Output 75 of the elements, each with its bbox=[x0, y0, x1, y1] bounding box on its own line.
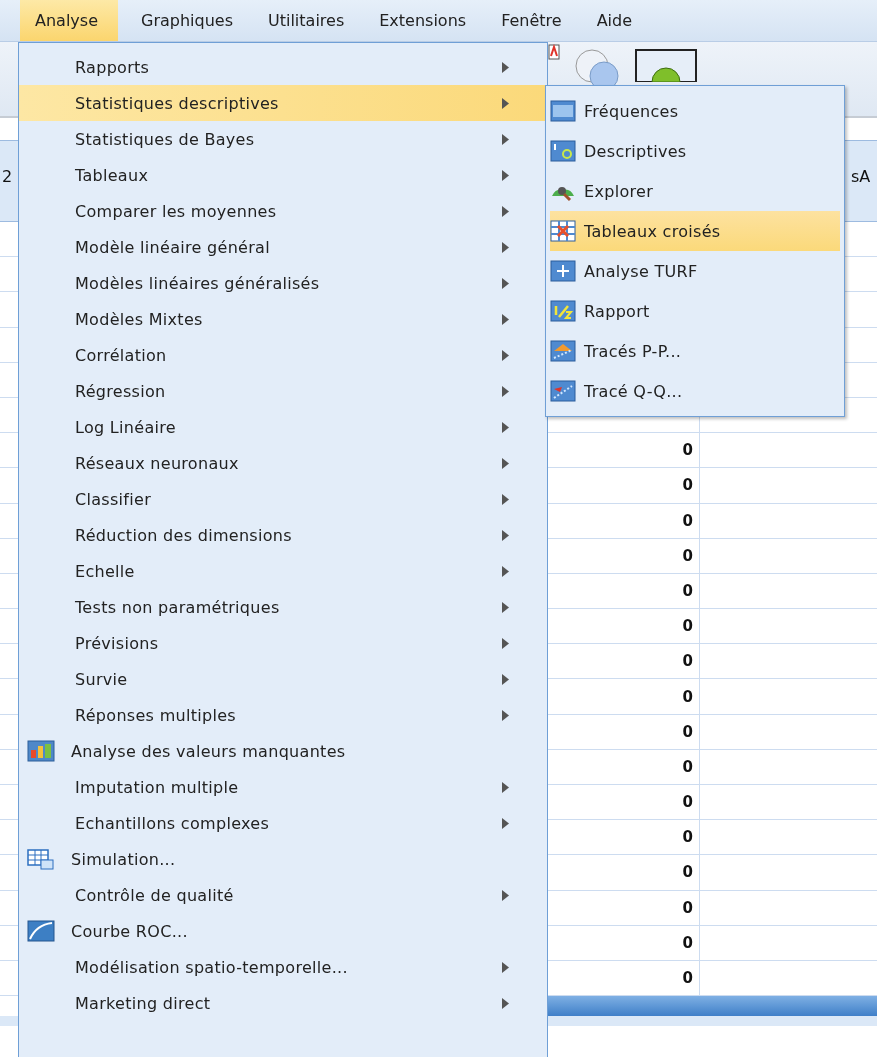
submenu-arrow-icon bbox=[502, 313, 509, 325]
submenu-arrow-icon bbox=[502, 601, 509, 613]
chart-icon bbox=[27, 740, 55, 762]
submenu-arrow-icon bbox=[502, 997, 509, 1009]
submenu-arrow-icon bbox=[502, 637, 509, 649]
menu-item[interactable]: Tableaux bbox=[19, 157, 547, 193]
plot-icon bbox=[550, 380, 576, 402]
menu-bar-item[interactable]: Extensions bbox=[367, 0, 479, 41]
submenu-arrow-icon bbox=[502, 457, 509, 469]
column-header: 2 bbox=[1, 166, 14, 188]
submenu-arrow-icon bbox=[502, 97, 509, 109]
submenu-arrow-icon bbox=[502, 133, 509, 145]
numbers-icon bbox=[550, 100, 576, 122]
submenu-arrow-icon bbox=[502, 673, 509, 685]
submenu-arrow-icon bbox=[502, 385, 509, 397]
menu-item[interactable]: Tests non paramétriques bbox=[19, 589, 547, 625]
menu-item[interactable]: Régression bbox=[19, 373, 547, 409]
menu-item[interactable]: Courbe ROC... bbox=[19, 913, 547, 949]
grid-icon bbox=[27, 848, 55, 870]
menu-item[interactable]: Modèles linéaires généralisés bbox=[19, 265, 547, 301]
crosstab-icon bbox=[550, 220, 576, 242]
menu-bar-item[interactable]: Analyse bbox=[20, 0, 118, 41]
curve-icon bbox=[27, 920, 55, 942]
menu-item[interactable]: Tracés P-P... bbox=[550, 331, 840, 371]
menu-item[interactable]: Echelle bbox=[19, 553, 547, 589]
menu-item[interactable]: Tableaux croisés bbox=[550, 211, 840, 251]
menu-item[interactable]: Echantillons complexes bbox=[19, 805, 547, 841]
fraction-icon bbox=[550, 300, 576, 322]
submenu-arrow-icon bbox=[502, 169, 509, 181]
submenu-arrow-icon bbox=[502, 277, 509, 289]
menu-item[interactable]: Modèle linéaire général bbox=[19, 229, 547, 265]
submenu-arrow-icon bbox=[502, 493, 509, 505]
menu-item[interactable]: Statistiques de Bayes bbox=[19, 121, 547, 157]
menu-item[interactable]: Modélisation spatio-temporelle... bbox=[19, 949, 547, 985]
submenu-arrow-icon bbox=[502, 709, 509, 721]
submenu-arrow-icon bbox=[502, 241, 509, 253]
menu-item[interactable]: Rapport bbox=[550, 291, 840, 331]
menu-item[interactable]: Statistiques descriptives bbox=[19, 85, 547, 121]
menu-item[interactable]: Corrélation bbox=[19, 337, 547, 373]
menu-item[interactable]: Fréquences bbox=[550, 91, 840, 131]
submenu-arrow-icon bbox=[502, 781, 509, 793]
menu-item[interactable]: Rapports bbox=[19, 49, 547, 85]
scrollbar[interactable] bbox=[548, 996, 877, 1017]
plot-icon bbox=[550, 340, 576, 362]
menu-item[interactable]: Survie bbox=[19, 661, 547, 697]
submenu-arrow-icon bbox=[502, 817, 509, 829]
menu-bar-item[interactable]: Fenêtre bbox=[489, 0, 574, 41]
menu-item[interactable]: Analyse des valeurs manquantes bbox=[19, 733, 547, 769]
submenu-arrow-icon bbox=[502, 61, 509, 73]
menu-item[interactable]: Classifier bbox=[19, 481, 547, 517]
menu-bar-item[interactable]: Aide bbox=[584, 0, 644, 41]
menu-item[interactable]: Contrôle de qualité bbox=[19, 877, 547, 913]
menu-item[interactable]: Réponses multiples bbox=[19, 697, 547, 733]
menu-item[interactable]: Réseaux neuronaux bbox=[19, 445, 547, 481]
menu-item[interactable]: Modèles Mixtes bbox=[19, 301, 547, 337]
menu-item[interactable]: Réduction des dimensions bbox=[19, 517, 547, 553]
submenu-arrow-icon bbox=[502, 889, 509, 901]
submenu-arrow-icon bbox=[502, 565, 509, 577]
menu-item[interactable]: Marketing direct bbox=[19, 985, 547, 1021]
menu-item[interactable]: Prévisions bbox=[19, 625, 547, 661]
menu-bar-item[interactable]: Utilitaires bbox=[256, 0, 357, 41]
menu-item[interactable]: Imputation multiple bbox=[19, 769, 547, 805]
menu-item[interactable]: Comparer les moyennes bbox=[19, 193, 547, 229]
submenu-arrow-icon bbox=[502, 349, 509, 361]
submenu-arrow-icon bbox=[502, 205, 509, 217]
plus-icon bbox=[550, 260, 576, 282]
submenu-arrow-icon bbox=[502, 421, 509, 433]
menu-item[interactable]: Log Linéaire bbox=[19, 409, 547, 445]
menu-bar-item[interactable]: Graphiques bbox=[129, 0, 245, 41]
menu-item[interactable]: Analyse TURF bbox=[550, 251, 840, 291]
submenu-arrow-icon bbox=[502, 529, 509, 541]
menu-item[interactable]: Tracé Q-Q... bbox=[550, 371, 840, 411]
menu-item[interactable]: Simulation... bbox=[19, 841, 547, 877]
stats-icon bbox=[550, 140, 576, 162]
submenu-arrow-icon bbox=[502, 961, 509, 973]
